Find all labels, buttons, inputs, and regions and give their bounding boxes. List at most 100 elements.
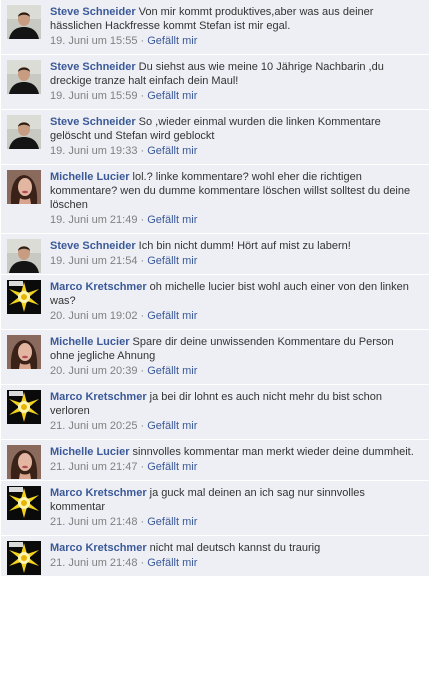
comment-text: Ich bin nicht dumm! Hört auf mist zu lab…: [138, 240, 351, 252]
comment-body: Marco Kretschmer ja guck mal deinen an i…: [50, 486, 421, 529]
like-link[interactable]: Gefällt mir: [147, 461, 197, 473]
comment-meta: 20. Juni um 20:39 · Gefällt mir: [50, 364, 421, 378]
comment-item: Marco Kretschmer ja guck mal deinen an i…: [1, 481, 429, 536]
comment-meta: 19. Juni um 15:55 · Gefällt mir: [50, 34, 421, 48]
comment-timestamp[interactable]: 19. Juni um 21:49: [50, 214, 137, 226]
comment-item: Michelle Lucier sinnvolles kommentar man…: [1, 440, 429, 481]
avatar[interactable]: [7, 115, 41, 149]
meta-separator: ·: [140, 35, 145, 47]
comment-author-link[interactable]: Steve Schneider: [50, 61, 136, 73]
avatar[interactable]: [7, 170, 41, 204]
comment-meta: 21. Juni um 21:47 · Gefällt mir: [50, 460, 421, 474]
comment-author-link[interactable]: Steve Schneider: [50, 240, 136, 252]
marco-profile-photo: [7, 486, 41, 520]
steve-profile-photo: [7, 60, 41, 94]
comment-body: Michelle Lucier Spare dir deine unwissen…: [50, 335, 421, 378]
avatar[interactable]: [7, 541, 41, 575]
comment-author-link[interactable]: Marco Kretschmer: [50, 487, 147, 499]
comment-body: Steve Schneider Ich bin nicht dumm! Hört…: [50, 239, 421, 268]
comment-meta: 20. Juni um 19:02 · Gefällt mir: [50, 309, 421, 323]
michelle-profile-photo: [7, 335, 41, 369]
comment-text: nicht mal deutsch kannst du traurig: [149, 542, 321, 554]
comment-timestamp[interactable]: 20. Juni um 19:02: [50, 310, 137, 322]
comment-meta: 19. Juni um 19:33 · Gefällt mir: [50, 144, 421, 158]
comment-timestamp[interactable]: 21. Juni um 21:47: [50, 461, 137, 473]
meta-separator: ·: [140, 420, 145, 432]
comment-timestamp[interactable]: 19. Juni um 21:54: [50, 255, 137, 267]
comment-meta: 21. Juni um 21:48 · Gefällt mir: [50, 556, 421, 570]
comment-author-link[interactable]: Steve Schneider: [50, 116, 136, 128]
avatar[interactable]: [7, 390, 41, 424]
comment-body: Marco Kretschmer ja bei dir lohnt es auc…: [50, 390, 421, 433]
comment-body: Michelle Lucier lol.? linke kommentare? …: [50, 170, 421, 227]
like-link[interactable]: Gefällt mir: [147, 365, 197, 377]
comment-meta: 21. Juni um 21:48 · Gefällt mir: [50, 515, 421, 529]
like-link[interactable]: Gefällt mir: [147, 214, 197, 226]
like-link[interactable]: Gefällt mir: [147, 557, 197, 569]
comment-meta: 19. Juni um 21:49 · Gefällt mir: [50, 213, 421, 227]
comment-item: Michelle Lucier lol.? linke kommentare? …: [1, 165, 429, 234]
comment-timestamp[interactable]: 21. Juni um 21:48: [50, 516, 137, 528]
meta-separator: ·: [140, 214, 145, 226]
comment-item: Steve Schneider Von mir kommt produktive…: [1, 0, 429, 55]
marco-profile-photo: [7, 280, 41, 314]
meta-separator: ·: [140, 255, 145, 267]
like-link[interactable]: Gefällt mir: [147, 516, 197, 528]
meta-separator: ·: [140, 365, 145, 377]
meta-separator: ·: [140, 461, 145, 473]
comment-author-link[interactable]: Marco Kretschmer: [50, 542, 147, 554]
comment-author-link[interactable]: Steve Schneider: [50, 6, 136, 18]
comment-body: Steve Schneider Von mir kommt produktive…: [50, 5, 421, 48]
comment-meta: 19. Juni um 21:54 · Gefällt mir: [50, 254, 421, 268]
comment-item: Steve Schneider So ,wieder einmal wurden…: [1, 110, 429, 165]
avatar[interactable]: [7, 486, 41, 520]
avatar[interactable]: [7, 445, 41, 479]
comment-author-link[interactable]: Michelle Lucier: [50, 446, 129, 458]
comment-author-link[interactable]: Michelle Lucier: [50, 336, 129, 348]
avatar[interactable]: [7, 5, 41, 39]
comment-item: Marco Kretschmer ja bei dir lohnt es auc…: [1, 385, 429, 440]
like-link[interactable]: Gefällt mir: [147, 145, 197, 157]
michelle-profile-photo: [7, 170, 41, 204]
comment-item: Michelle Lucier Spare dir deine unwissen…: [1, 330, 429, 385]
like-link[interactable]: Gefällt mir: [147, 255, 197, 267]
steve-profile-photo: [7, 115, 41, 149]
comment-author-link[interactable]: Michelle Lucier: [50, 171, 129, 183]
comment-item: Steve Schneider Du siehst aus wie meine …: [1, 55, 429, 110]
comment-author-link[interactable]: Marco Kretschmer: [50, 391, 147, 403]
comment-timestamp[interactable]: 21. Juni um 21:48: [50, 557, 137, 569]
comment-item: Steve Schneider Ich bin nicht dumm! Hört…: [1, 234, 429, 275]
comment-body: Michelle Lucier sinnvolles kommentar man…: [50, 445, 421, 474]
avatar[interactable]: [7, 335, 41, 369]
meta-separator: ·: [140, 557, 145, 569]
like-link[interactable]: Gefällt mir: [147, 310, 197, 322]
comment-timestamp[interactable]: 19. Juni um 15:59: [50, 90, 137, 102]
avatar[interactable]: [7, 60, 41, 94]
avatar[interactable]: [7, 239, 41, 273]
steve-profile-photo: [7, 5, 41, 39]
comment-text: sinnvolles kommentar man merkt wieder de…: [132, 446, 414, 458]
meta-separator: ·: [140, 90, 145, 102]
comment-list: Steve Schneider Von mir kommt produktive…: [0, 0, 431, 577]
comment-item: Marco Kretschmer nicht mal deutsch kanns…: [1, 536, 429, 577]
comment-timestamp[interactable]: 21. Juni um 20:25: [50, 420, 137, 432]
comment-body: Marco Kretschmer nicht mal deutsch kanns…: [50, 541, 421, 570]
comment-timestamp[interactable]: 19. Juni um 15:55: [50, 35, 137, 47]
comment-timestamp[interactable]: 19. Juni um 19:33: [50, 145, 137, 157]
comment-item: Marco Kretschmer oh michelle lucier bist…: [1, 275, 429, 330]
comment-body: Marco Kretschmer oh michelle lucier bist…: [50, 280, 421, 323]
comment-body: Steve Schneider Du siehst aus wie meine …: [50, 60, 421, 103]
like-link[interactable]: Gefällt mir: [147, 35, 197, 47]
like-link[interactable]: Gefällt mir: [147, 420, 197, 432]
comment-body: Steve Schneider So ,wieder einmal wurden…: [50, 115, 421, 158]
like-link[interactable]: Gefällt mir: [147, 90, 197, 102]
meta-separator: ·: [140, 145, 145, 157]
comment-timestamp[interactable]: 20. Juni um 20:39: [50, 365, 137, 377]
comment-meta: 21. Juni um 20:25 · Gefällt mir: [50, 419, 421, 433]
comment-author-link[interactable]: Marco Kretschmer: [50, 281, 147, 293]
marco-profile-photo: [7, 390, 41, 424]
michelle-profile-photo: [7, 445, 41, 479]
avatar[interactable]: [7, 280, 41, 314]
steve-profile-photo: [7, 239, 41, 273]
comment-meta: 19. Juni um 15:59 · Gefällt mir: [50, 89, 421, 103]
